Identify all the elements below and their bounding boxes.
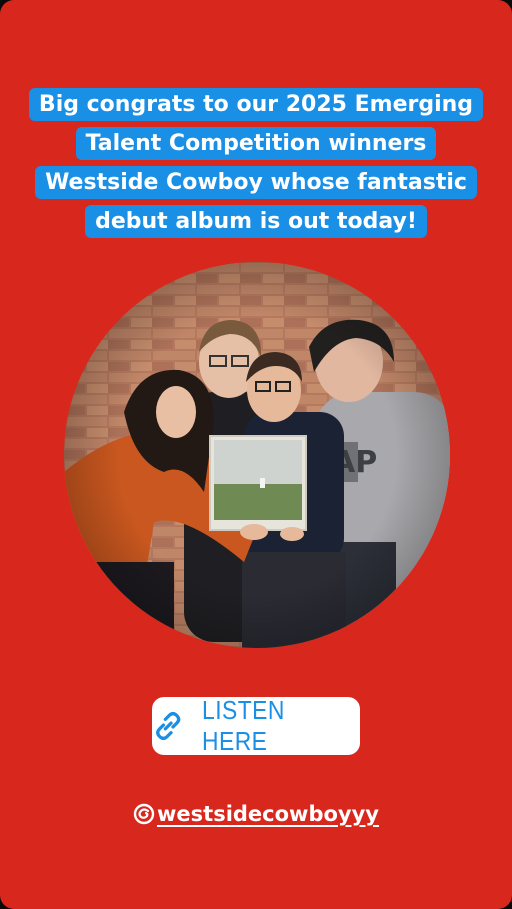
mention-link[interactable]: westsidecowboyyy — [0, 802, 512, 829]
listen-here-label: LISTEN HERE — [202, 695, 286, 756]
headline-line-1: Big congrats to our 2025 Emerging — [28, 88, 484, 121]
band-photo: AP — [64, 262, 450, 648]
headline-line-2: Talent Competition winners — [75, 127, 437, 160]
link-icon — [156, 712, 181, 740]
headline-line-3: Westside Cowboy whose fantastic — [35, 166, 477, 199]
story-frame: Big congrats to our 2025 Emerging Talent… — [0, 0, 512, 909]
mention-handle: westsidecowboyyy — [157, 802, 379, 826]
band-photo-illustration: AP — [64, 262, 450, 648]
headline-text: Big congrats to our 2025 Emerging Talent… — [0, 86, 512, 242]
headline-line-4: debut album is out today! — [85, 205, 427, 238]
threads-icon — [133, 803, 155, 825]
listen-here-button[interactable]: LISTEN HERE — [152, 695, 360, 756]
